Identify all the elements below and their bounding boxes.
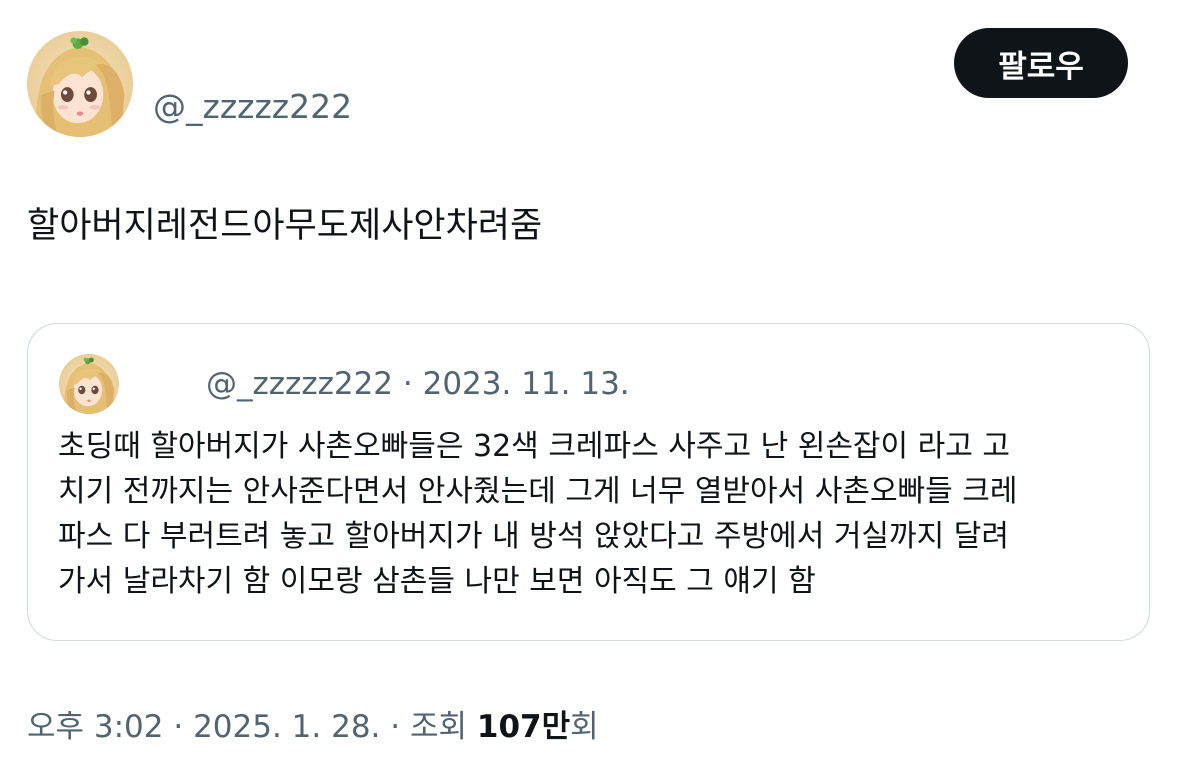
footer-separator: ·: [163, 709, 194, 745]
views-suffix: 회: [570, 709, 599, 745]
quoted-meta: @_zzzzz222 · 2023. 11. 13.: [206, 364, 630, 404]
avatar-image: [27, 31, 133, 137]
quoted-text-line: 가서 날라차기 함 이모랑 삼촌들 나만 보면 아직도 그 얘기 함: [58, 564, 816, 599]
follow-button[interactable]: 팔로우: [954, 28, 1128, 98]
quoted-handle[interactable]: @_zzzzz222: [206, 366, 393, 402]
footer-separator: ·: [380, 709, 410, 745]
post-date[interactable]: 2025. 1. 28.: [193, 709, 380, 745]
author-handle[interactable]: @_zzzzz222: [153, 86, 352, 128]
tweet-card: @_zzzzz222 팔로우 할아버지레전드아무도제사안차려줌 @_zzzzz2…: [0, 0, 1179, 771]
quoted-date[interactable]: 2023. 11. 13.: [423, 366, 630, 402]
views-count: 107만: [476, 709, 571, 745]
quoted-text-line: 치기 전까지는 안사준다면서 안사줬는데 그게 너무 열받아서 사촌오빠들 크레: [58, 474, 1018, 509]
quoted-text: 초딩때 할아버지가 사촌오빠들은 32색 크레파스 사주고 난 왼손잡이 라고 …: [58, 424, 1123, 604]
quoted-avatar[interactable]: [59, 354, 119, 414]
views-label: 조회: [409, 709, 477, 745]
quoted-text-line: 초딩때 할아버지가 사촌오빠들은 32색 크레파스 사주고 난 왼손잡이 라고 …: [58, 429, 1010, 464]
tweet-footer: 오후 3:02 · 2025. 1. 28. · 조회 107만회: [27, 706, 599, 748]
quoted-text-line: 파스 다 부러트려 놓고 할아버지가 내 방석 앉았다고 주방에서 거실까지 달…: [58, 519, 1009, 554]
quoted-tweet[interactable]: @_zzzzz222 · 2023. 11. 13. 초딩때 할아버지가 사촌오…: [27, 323, 1150, 641]
avatar[interactable]: [27, 31, 133, 137]
quoted-avatar-image: [59, 354, 119, 414]
quoted-separator: ·: [393, 366, 423, 402]
tweet-text: 할아버지레전드아무도제사안차려줌: [27, 206, 543, 246]
post-time[interactable]: 오후 3:02: [27, 709, 164, 745]
